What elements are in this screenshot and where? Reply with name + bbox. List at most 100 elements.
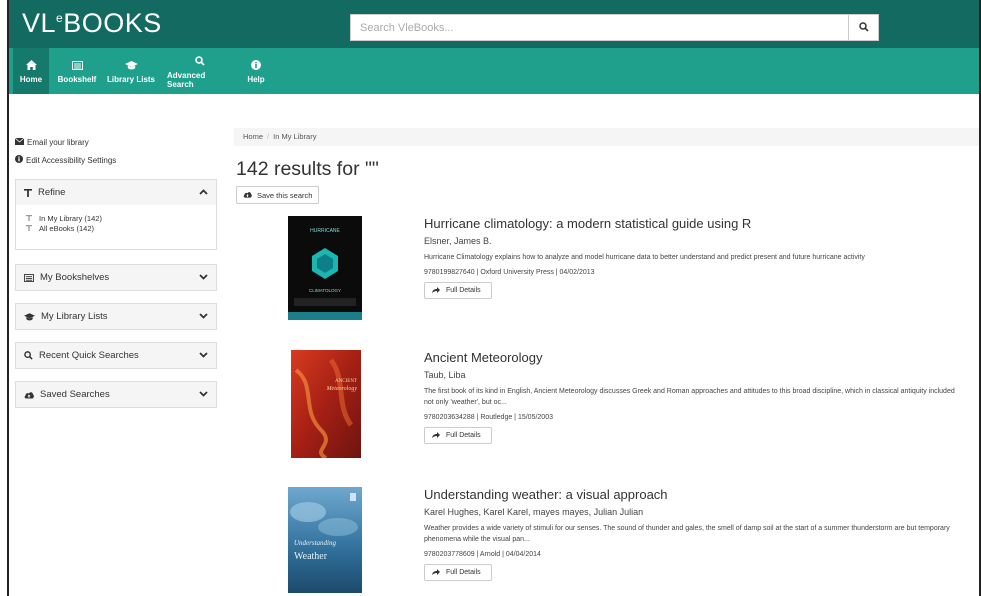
nav-advanced-search[interactable]: Advanced Search	[167, 48, 233, 94]
book-meta: 9780203778609 | Arnold | 04/04/2014	[424, 551, 541, 558]
saved-searches-panel: Saved Searches	[15, 381, 217, 408]
search-input[interactable]	[351, 15, 849, 40]
search-icon	[24, 351, 33, 360]
home-icon	[25, 58, 37, 72]
book-title[interactable]: Understanding weather: a visual approach	[424, 487, 964, 502]
full-details-button[interactable]: Full Details	[424, 282, 492, 299]
share-arrow-icon	[432, 286, 446, 295]
chevron-down-icon[interactable]	[199, 350, 208, 361]
nav-advanced-search-label: Advanced Search	[167, 70, 206, 89]
save-search-button[interactable]: Save this search	[236, 186, 319, 204]
chevron-down-icon[interactable]	[199, 389, 208, 400]
breadcrumb-current: In My Library	[273, 132, 317, 141]
breadcrumb: Home / In My Library	[234, 128, 979, 146]
book-cover[interactable]: HURRICANE CLIMATOLOGY	[288, 216, 362, 320]
save-search-label: Save this search	[257, 190, 313, 200]
cloud-upload-icon	[243, 191, 257, 200]
graduation-cap-icon	[24, 312, 35, 321]
full-details-label: Full Details	[446, 287, 481, 294]
nav-library-lists-label: Library Lists	[106, 75, 155, 84]
breadcrumb-separator: /	[267, 132, 270, 141]
search-icon	[195, 54, 205, 68]
chevron-down-icon[interactable]	[199, 311, 208, 322]
book-meta: 9780199827640 | Oxford University Press …	[424, 269, 595, 276]
accessibility-settings-label: Edit Accessibility Settings	[26, 155, 117, 165]
saved-searches-header[interactable]: Saved Searches	[16, 382, 216, 407]
book-cover[interactable]: Understanding Weather	[288, 487, 362, 593]
book-author[interactable]: Elsner, James B.	[424, 236, 964, 246]
share-arrow-icon	[432, 568, 446, 577]
refine-title: Refine	[38, 187, 66, 198]
svg-text:CLIMATOLOGY: CLIMATOLOGY	[309, 288, 341, 293]
nav-bookshelf-label: Bookshelf	[57, 75, 97, 84]
results-title: 142 results for ""	[236, 158, 379, 180]
bookshelf-icon	[71, 58, 83, 72]
cloud-upload-icon	[24, 391, 34, 399]
refine-item-all-ebooks[interactable]: All eBooks (142)	[26, 223, 216, 233]
site-logo[interactable]: VLeBOOKS	[22, 8, 162, 39]
book-author[interactable]: Taub, Liba	[424, 370, 964, 380]
recent-quick-searches-panel: Recent Quick Searches	[15, 342, 217, 369]
filter-icon	[26, 224, 39, 233]
refine-panel-body: In My Library (142) All eBooks (142)	[16, 205, 216, 249]
envelope-icon	[14, 137, 27, 147]
breadcrumb-home[interactable]: Home	[243, 132, 263, 141]
search-bar	[350, 14, 879, 41]
refine-item-in-my-library[interactable]: In My Library (142)	[26, 213, 216, 223]
nav-help[interactable]: Help	[244, 48, 268, 94]
nav-home[interactable]: Home	[13, 48, 49, 94]
book-info: Ancient Meteorology Taub, Liba The first…	[424, 350, 964, 444]
info-icon	[15, 155, 26, 165]
filter-icon	[24, 188, 32, 197]
refine-panel: Refine In My Library (142) All eBooks (1…	[15, 179, 217, 250]
accessibility-settings-link[interactable]: Edit Accessibility Settings	[15, 151, 217, 169]
full-details-label: Full Details	[446, 569, 481, 576]
chevron-down-icon[interactable]	[199, 272, 208, 283]
my-bookshelves-header[interactable]: My Bookshelves	[16, 265, 216, 290]
svg-text:Understanding: Understanding	[294, 539, 337, 547]
top-bar: VLeBOOKS	[9, 0, 979, 48]
nav-help-label: Help	[247, 75, 265, 84]
search-icon	[858, 19, 869, 37]
info-icon	[251, 58, 261, 72]
recent-quick-searches-title: Recent Quick Searches	[39, 350, 139, 361]
book-description: Hurricane Climatology explains how to an…	[424, 254, 865, 261]
svg-text:Meteorology: Meteorology	[326, 386, 358, 392]
nav-bookshelf[interactable]: Bookshelf	[55, 48, 99, 94]
svg-text:Weather: Weather	[294, 551, 328, 562]
book-description: Weather provides a wide variety of stimu…	[424, 525, 950, 543]
my-library-lists-title: My Library Lists	[41, 311, 108, 322]
my-bookshelves-title: My Bookshelves	[40, 272, 110, 283]
recent-quick-searches-header[interactable]: Recent Quick Searches	[16, 343, 216, 368]
email-library-link[interactable]: Email your library	[14, 133, 217, 151]
my-library-lists-panel: My Library Lists	[15, 303, 217, 330]
refine-item-label: In My Library (142)	[39, 213, 102, 223]
svg-text:ANCIENT: ANCIENT	[335, 379, 357, 384]
saved-searches-title: Saved Searches	[40, 389, 110, 400]
graduation-cap-icon	[124, 58, 138, 72]
email-library-label: Email your library	[27, 137, 89, 147]
main-nav: Home Bookshelf Library Lists Advanced Se…	[9, 48, 979, 94]
book-info: Hurricane climatology: a modern statisti…	[424, 216, 964, 299]
full-details-button[interactable]: Full Details	[424, 427, 492, 444]
book-author[interactable]: Karel Hughes, Karel Karel, mayes mayes, …	[424, 507, 964, 517]
bookshelf-icon	[24, 273, 34, 282]
nav-home-label: Home	[19, 75, 43, 84]
refine-item-label: All eBooks (142)	[39, 223, 95, 233]
nav-library-lists[interactable]: Library Lists	[106, 48, 156, 94]
chevron-up-icon[interactable]	[199, 187, 208, 198]
book-title[interactable]: Hurricane climatology: a modern statisti…	[424, 216, 964, 231]
my-bookshelves-panel: My Bookshelves	[15, 264, 217, 291]
my-library-lists-header[interactable]: My Library Lists	[16, 304, 216, 329]
full-details-label: Full Details	[446, 432, 481, 439]
book-cover[interactable]: ANCIENT Meteorology	[291, 350, 361, 458]
svg-text:HURRICANE: HURRICANE	[310, 228, 340, 234]
book-title[interactable]: Ancient Meteorology	[424, 350, 964, 365]
filter-icon	[26, 214, 39, 223]
refine-panel-header[interactable]: Refine	[16, 180, 216, 205]
book-description: The first book of its kind in English, A…	[424, 388, 955, 406]
full-details-button[interactable]: Full Details	[424, 564, 492, 581]
share-arrow-icon	[432, 431, 446, 440]
sidebar: Email your library Edit Accessibility Se…	[14, 133, 217, 408]
search-button[interactable]	[848, 15, 878, 40]
